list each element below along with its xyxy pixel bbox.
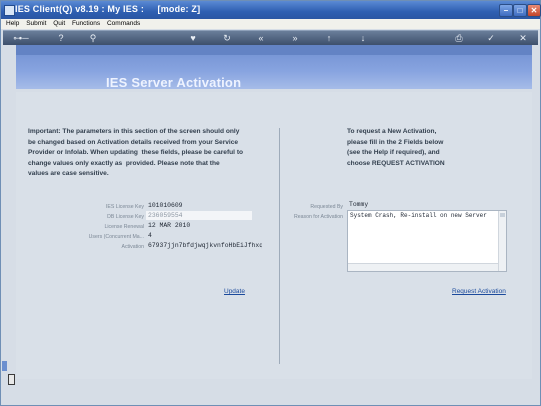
accept-icon[interactable]: ✓ bbox=[485, 32, 497, 44]
title-bar[interactable]: IES Client(Q) v8.19 : My IES : [mode: Z]… bbox=[1, 1, 541, 19]
license-renewal-label: License Renewal bbox=[104, 224, 144, 230]
help-icon[interactable]: ? bbox=[55, 32, 67, 44]
up-icon[interactable]: ↑ bbox=[323, 32, 335, 44]
page-header: IES Server Activation bbox=[16, 45, 532, 90]
page-title: IES Server Activation bbox=[106, 75, 242, 90]
menu-commands[interactable]: Commands bbox=[107, 20, 140, 27]
status-icon bbox=[8, 374, 15, 385]
db-license-key-field[interactable]: 236059554 bbox=[146, 211, 252, 220]
db-license-key-label: DB License Key bbox=[107, 214, 144, 220]
reason-textarea[interactable]: System Crash, Re-install on new Server bbox=[347, 210, 507, 272]
app-icon bbox=[4, 5, 15, 16]
menu-help[interactable]: Help bbox=[6, 20, 19, 27]
update-link[interactable]: Update bbox=[224, 288, 245, 295]
header-band bbox=[16, 45, 532, 55]
vertical-scrollbar[interactable] bbox=[498, 211, 506, 271]
reason-text: System Crash, Re-install on new Server bbox=[350, 212, 487, 219]
activation-label: Activation bbox=[121, 244, 145, 250]
window-title: IES Client(Q) v8.19 : My IES : [mode: Z] bbox=[15, 4, 201, 14]
license-key-label: IES License Key bbox=[105, 204, 144, 210]
cancel-icon[interactable]: ✕ bbox=[517, 32, 529, 44]
first-page-icon[interactable]: « bbox=[255, 32, 267, 44]
back-key-icon[interactable]: ⊶─ bbox=[9, 32, 33, 44]
side-marker bbox=[2, 361, 7, 371]
last-page-icon[interactable]: » bbox=[289, 32, 301, 44]
concurrent-users-field[interactable]: 4 bbox=[146, 231, 252, 240]
license-key-field[interactable]: 101010609 bbox=[146, 201, 252, 210]
reason-label: Reason for Activation bbox=[293, 214, 343, 220]
down-icon[interactable]: ↓ bbox=[357, 32, 369, 44]
scroll-up-arrow-icon[interactable] bbox=[500, 213, 505, 217]
activation-field[interactable]: 67937jjn7bfdjwqjkvnfoHbEiJfhxqzzB bbox=[146, 241, 262, 250]
minimize-button[interactable]: – bbox=[499, 4, 513, 17]
toolbar: ⊶─ ? ⚲ ♥ ↻ « » ↑ ↓ ⎙ ✓ ✕ bbox=[3, 30, 538, 45]
refresh-icon[interactable]: ↻ bbox=[221, 32, 233, 44]
request-activation-link[interactable]: Request Activation bbox=[452, 288, 506, 295]
menu-bar: Help Submit Quit Functions Commands bbox=[1, 19, 540, 29]
menu-functions[interactable]: Functions bbox=[72, 20, 100, 27]
requested-by-label: Requested By bbox=[310, 204, 343, 210]
application-window: IES Client(Q) v8.19 : My IES : [mode: Z]… bbox=[0, 0, 541, 406]
activation-warning-note: Important: The parameters in this sectio… bbox=[28, 128, 244, 178]
request-activation-note: To request a New Activation, please fill… bbox=[347, 128, 445, 167]
horizontal-scrollbar[interactable] bbox=[348, 263, 498, 271]
license-renewal-field[interactable]: 12 MAR 2010 bbox=[146, 221, 252, 230]
search-icon[interactable]: ⚲ bbox=[87, 32, 99, 44]
close-button[interactable]: ✕ bbox=[527, 4, 541, 17]
requested-by-field[interactable]: Tommy bbox=[347, 200, 469, 209]
menu-submit[interactable]: Submit bbox=[26, 20, 46, 27]
concurrent-users-label: Users (Concurrent Ma... bbox=[88, 234, 144, 240]
menu-quit[interactable]: Quit bbox=[53, 20, 65, 27]
favorite-heart-icon[interactable]: ♥ bbox=[187, 32, 199, 44]
maximize-button[interactable]: □ bbox=[513, 4, 527, 17]
panel-divider bbox=[279, 128, 280, 364]
content-panel: Important: The parameters in this sectio… bbox=[16, 92, 532, 379]
print-icon[interactable]: ⎙ bbox=[453, 32, 465, 44]
